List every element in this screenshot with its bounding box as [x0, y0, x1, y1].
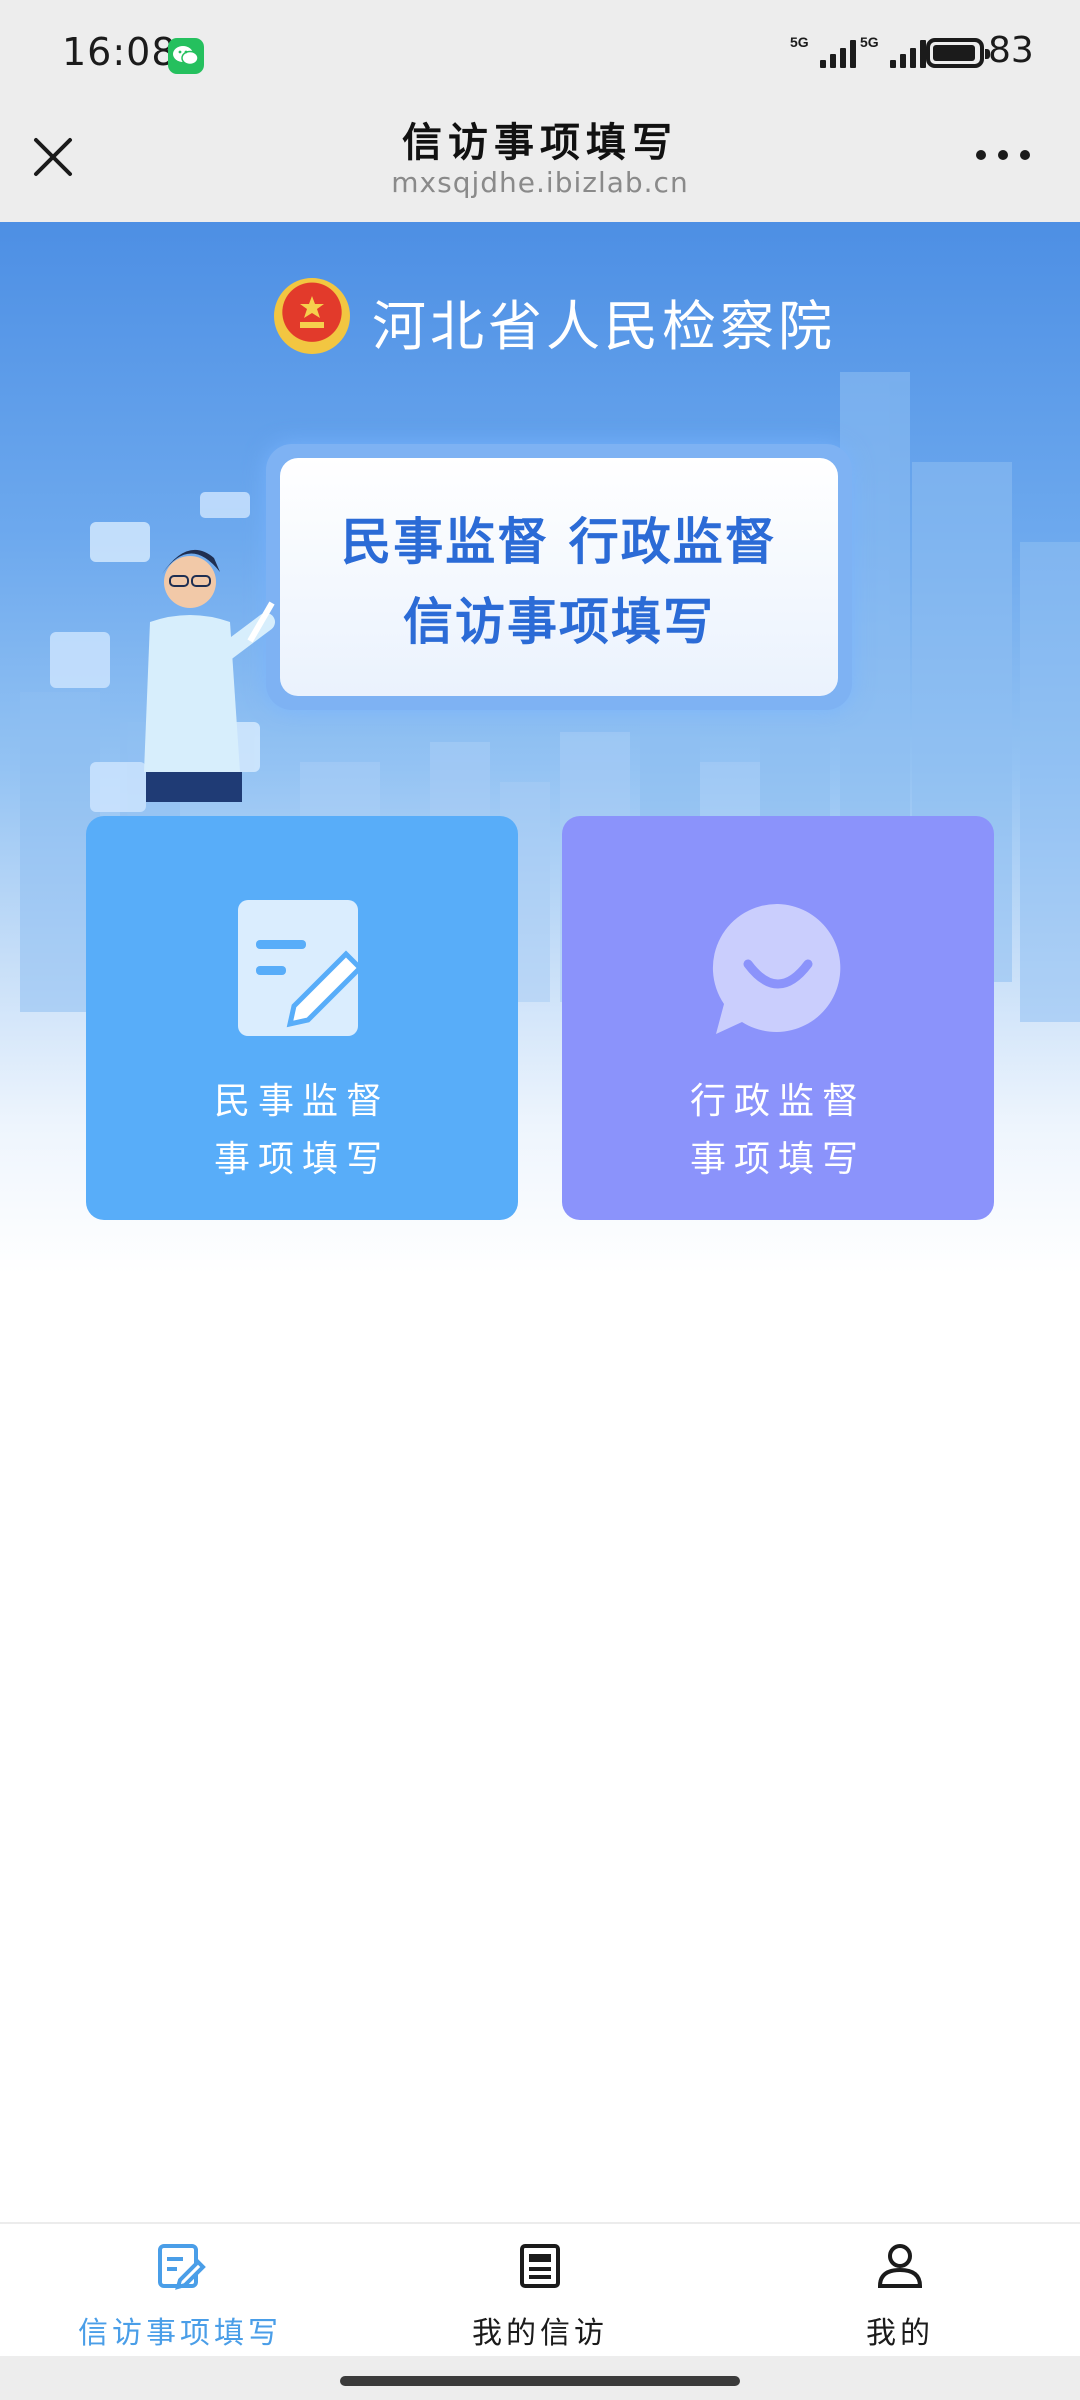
- nav-label-profile: 我的: [866, 2316, 934, 2351]
- chat-smile-icon: [712, 903, 841, 1034]
- page-url: mxsqjdhe.ibizlab.cn: [391, 166, 689, 199]
- document-list-icon: [520, 2244, 560, 2288]
- edit-document-icon: [238, 900, 364, 1036]
- status-time: 16:08: [62, 30, 177, 74]
- organization-name: 河北省人民检察院: [372, 295, 836, 358]
- hero-banner: 河北省人民检察院 民事监督 行政监督 信访事项填写 民事监督 事项填写 行政监督…: [0, 222, 1080, 1274]
- hero-title-panel: 民事监督 行政监督 信访事项填写: [266, 444, 852, 710]
- user-icon: [877, 2244, 923, 2288]
- emblem-icon: [274, 278, 350, 354]
- signal-label: 5G: [790, 34, 809, 50]
- nav-item-my-petitions[interactable]: 我的信访: [360, 2224, 720, 2358]
- nav-label-my-petitions: 我的信访: [472, 2316, 608, 2351]
- more-icon[interactable]: [976, 146, 1032, 166]
- nav-item-petition-fill[interactable]: 信访事项填写: [0, 2224, 360, 2358]
- battery-level: 83: [988, 30, 1034, 71]
- admin-card-label-line-2: 事项填写: [689, 1139, 866, 1180]
- civil-card-label-line-2: 事项填写: [213, 1139, 390, 1180]
- hero-title-line-1: 民事监督 行政监督: [341, 513, 777, 571]
- wechat-icon: [168, 38, 204, 74]
- battery-icon: [926, 38, 990, 68]
- civil-card-label-line-1: 民事监督: [213, 1081, 390, 1122]
- status-bar: 16:08 5G 5G 83: [0, 0, 1080, 110]
- nav-item-profile[interactable]: 我的: [720, 2224, 1080, 2358]
- administrative-supervision-card[interactable]: 行政监督 事项填写: [562, 816, 994, 1220]
- home-indicator[interactable]: [340, 2376, 740, 2386]
- hero-title-line-2: 信访事项填写: [403, 593, 715, 651]
- edit-icon: [158, 2244, 206, 2290]
- signal-label: 5G: [860, 34, 879, 50]
- nav-label-petition-fill: 信访事项填写: [78, 2316, 282, 2351]
- page-title: 信访事项填写: [402, 119, 678, 166]
- admin-card-label-line-1: 行政监督: [689, 1081, 866, 1122]
- civil-supervision-card[interactable]: 民事监督 事项填写: [86, 816, 518, 1220]
- system-navigation-bar: [0, 2356, 1080, 2400]
- bottom-navigation: 信访事项填写 我的信访 我的: [0, 2222, 1080, 2358]
- title-bar: 信访事项填写 mxsqjdhe.ibizlab.cn: [0, 110, 1080, 222]
